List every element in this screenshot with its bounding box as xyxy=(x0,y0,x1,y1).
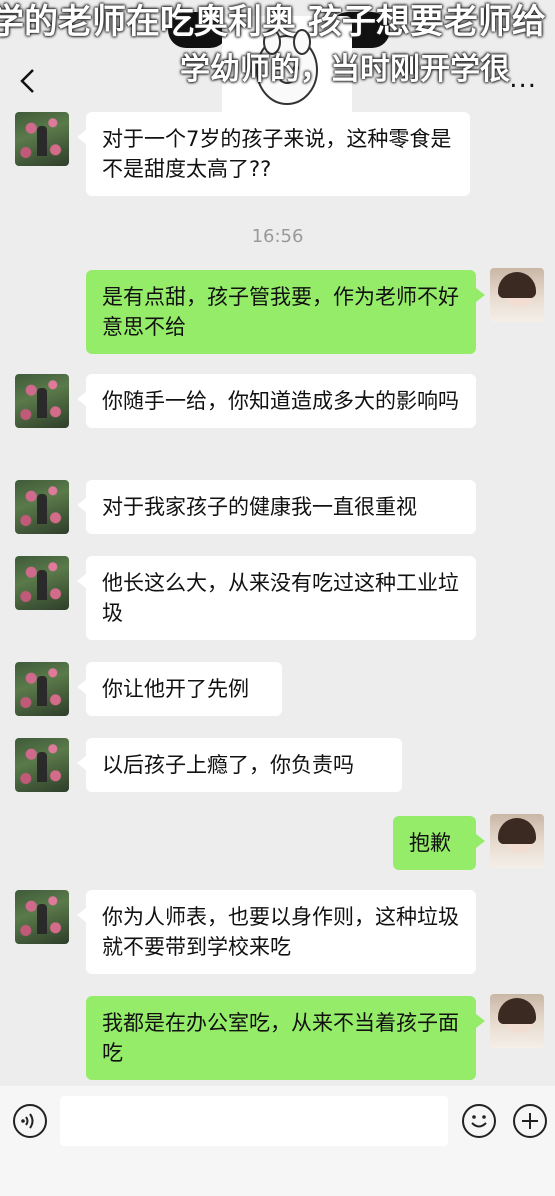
emoji-button[interactable] xyxy=(462,1104,496,1138)
message-incoming[interactable]: 你为人师表，也要以身作则，这种垃圾就不要带到学校来吃 xyxy=(77,890,476,974)
message-outgoing[interactable]: 是有点甜，孩子管我要，作为老师不好意思不给 xyxy=(86,270,485,354)
self-avatar[interactable] xyxy=(490,268,544,322)
message-incoming[interactable]: 以后孩子上瘾了，你负责吗 xyxy=(77,738,402,792)
emoji-icon xyxy=(471,1115,487,1128)
contact-avatar[interactable] xyxy=(15,890,69,944)
message-incoming[interactable]: 你随手一给，你知道造成多大的影响吗 xyxy=(77,374,476,428)
contact-avatar[interactable] xyxy=(15,374,69,428)
chat-area: 对于一个7岁的孩子来说，这种零食是不是甜度太高了?? 16:56 是有点甜，孩子… xyxy=(0,0,555,1196)
message-outgoing[interactable]: 抱歉 xyxy=(393,816,485,870)
self-avatar[interactable] xyxy=(490,814,544,868)
message-incoming[interactable]: 对于一个7岁的孩子来说，这种零食是不是甜度太高了?? xyxy=(77,112,470,196)
voice-button[interactable] xyxy=(13,1104,47,1138)
plus-icon xyxy=(522,1113,538,1129)
plus-button[interactable] xyxy=(513,1104,547,1138)
self-avatar[interactable] xyxy=(490,994,544,1048)
contact-avatar[interactable] xyxy=(15,556,69,610)
message-incoming[interactable]: 对于我家孩子的健康我一直很重视 xyxy=(77,480,476,534)
contact-avatar[interactable] xyxy=(15,480,69,534)
message-incoming[interactable]: 他长这么大，从来没有吃过这种工业垃圾 xyxy=(77,556,476,640)
message-input[interactable] xyxy=(60,1096,448,1146)
voice-icon xyxy=(21,1113,34,1129)
contact-avatar[interactable] xyxy=(15,662,69,716)
message-timestamp: 16:56 xyxy=(251,226,304,247)
input-bar xyxy=(0,1086,555,1196)
contact-avatar[interactable] xyxy=(15,738,69,792)
message-outgoing[interactable]: 我都是在办公室吃，从来不当着孩子面吃 xyxy=(86,996,485,1080)
contact-avatar[interactable] xyxy=(15,112,69,166)
message-incoming[interactable]: 你让他开了先例 xyxy=(77,662,282,716)
